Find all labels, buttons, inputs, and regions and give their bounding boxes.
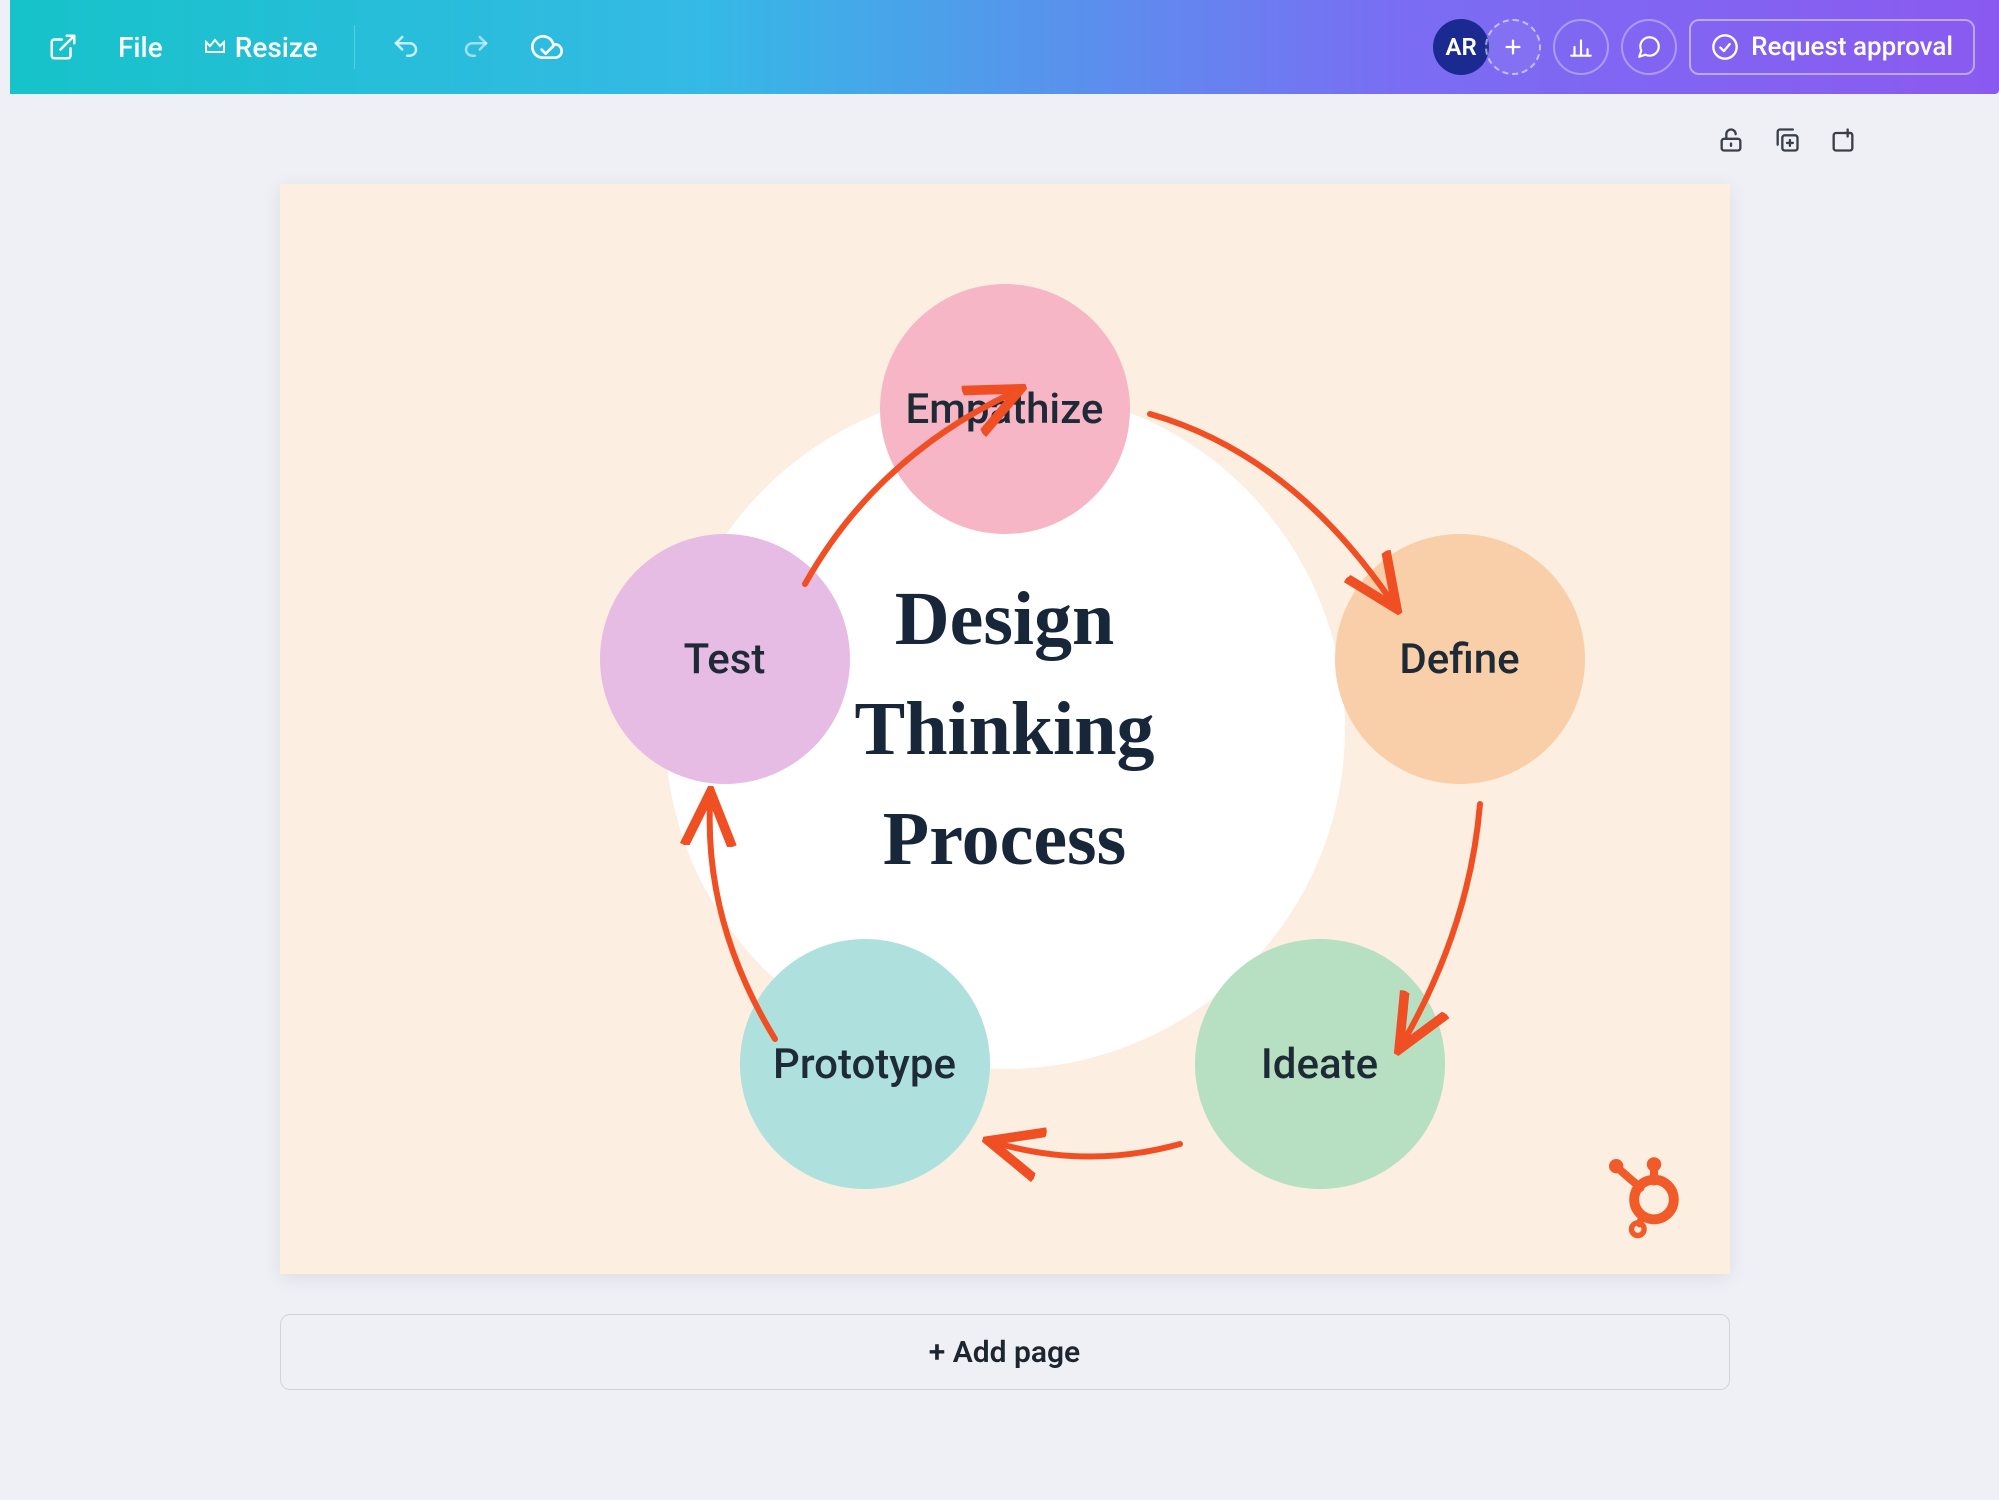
node-label: Test: [684, 635, 766, 684]
node-test[interactable]: Test: [600, 534, 850, 784]
upload-icon: [1829, 126, 1857, 154]
lock-button[interactable]: [1715, 124, 1747, 156]
open-external-icon: [48, 32, 78, 62]
design-canvas[interactable]: Design Thinking Process Empathize Define…: [280, 184, 1730, 1274]
toolbar-divider: [354, 25, 355, 69]
add-page-button[interactable]: + Add page: [280, 1314, 1730, 1390]
add-collaborator-button[interactable]: [1485, 19, 1541, 75]
user-avatar[interactable]: AR: [1433, 19, 1489, 75]
undo-icon: [391, 32, 421, 62]
title-line-3: Process: [883, 797, 1126, 881]
title-line-1: Design: [895, 577, 1115, 661]
request-approval-button[interactable]: Request approval: [1689, 19, 1975, 75]
unlock-icon: [1717, 126, 1745, 154]
node-prototype[interactable]: Prototype: [740, 939, 990, 1189]
node-label: Prototype: [773, 1040, 956, 1089]
node-define[interactable]: Define: [1335, 534, 1585, 784]
comments-button[interactable]: [1621, 19, 1677, 75]
duplicate-icon: [1773, 126, 1801, 154]
node-label: Ideate: [1261, 1040, 1378, 1089]
file-menu[interactable]: File: [104, 21, 177, 74]
crown-icon: [203, 35, 227, 59]
hubspot-logo: [1600, 1150, 1690, 1244]
undo-button[interactable]: [377, 22, 435, 72]
open-external-button[interactable]: [34, 22, 92, 72]
title-line-2: Thinking: [855, 687, 1155, 771]
avatar-initials: AR: [1445, 33, 1476, 61]
node-empathize[interactable]: Empathize: [880, 284, 1130, 534]
node-label: Empathize: [906, 385, 1104, 434]
request-approval-label: Request approval: [1751, 32, 1953, 62]
diagram-title[interactable]: Design Thinking Process: [855, 564, 1155, 895]
redo-icon: [461, 32, 491, 62]
bar-chart-icon: [1568, 34, 1594, 60]
node-ideate[interactable]: Ideate: [1195, 939, 1445, 1189]
node-label: Define: [1399, 635, 1519, 684]
check-circle-icon: [1711, 33, 1739, 61]
canvas-tools: [1715, 124, 1859, 156]
redo-button[interactable]: [447, 22, 505, 72]
analytics-button[interactable]: [1553, 19, 1609, 75]
cloud-sync-button[interactable]: [517, 21, 577, 73]
plus-icon: [1502, 36, 1524, 58]
resize-menu[interactable]: Resize: [189, 21, 332, 74]
file-label: File: [118, 31, 163, 64]
comment-icon: [1636, 34, 1662, 60]
add-page-label: + Add page: [929, 1335, 1080, 1370]
cloud-check-icon: [531, 31, 563, 63]
resize-label: Resize: [235, 31, 318, 64]
hubspot-icon: [1600, 1150, 1690, 1240]
top-toolbar: File Resize AR: [0, 0, 1999, 94]
duplicate-page-button[interactable]: [1771, 124, 1803, 156]
add-page-icon-button[interactable]: [1827, 124, 1859, 156]
workspace: Design Thinking Process Empathize Define…: [10, 94, 1999, 1500]
